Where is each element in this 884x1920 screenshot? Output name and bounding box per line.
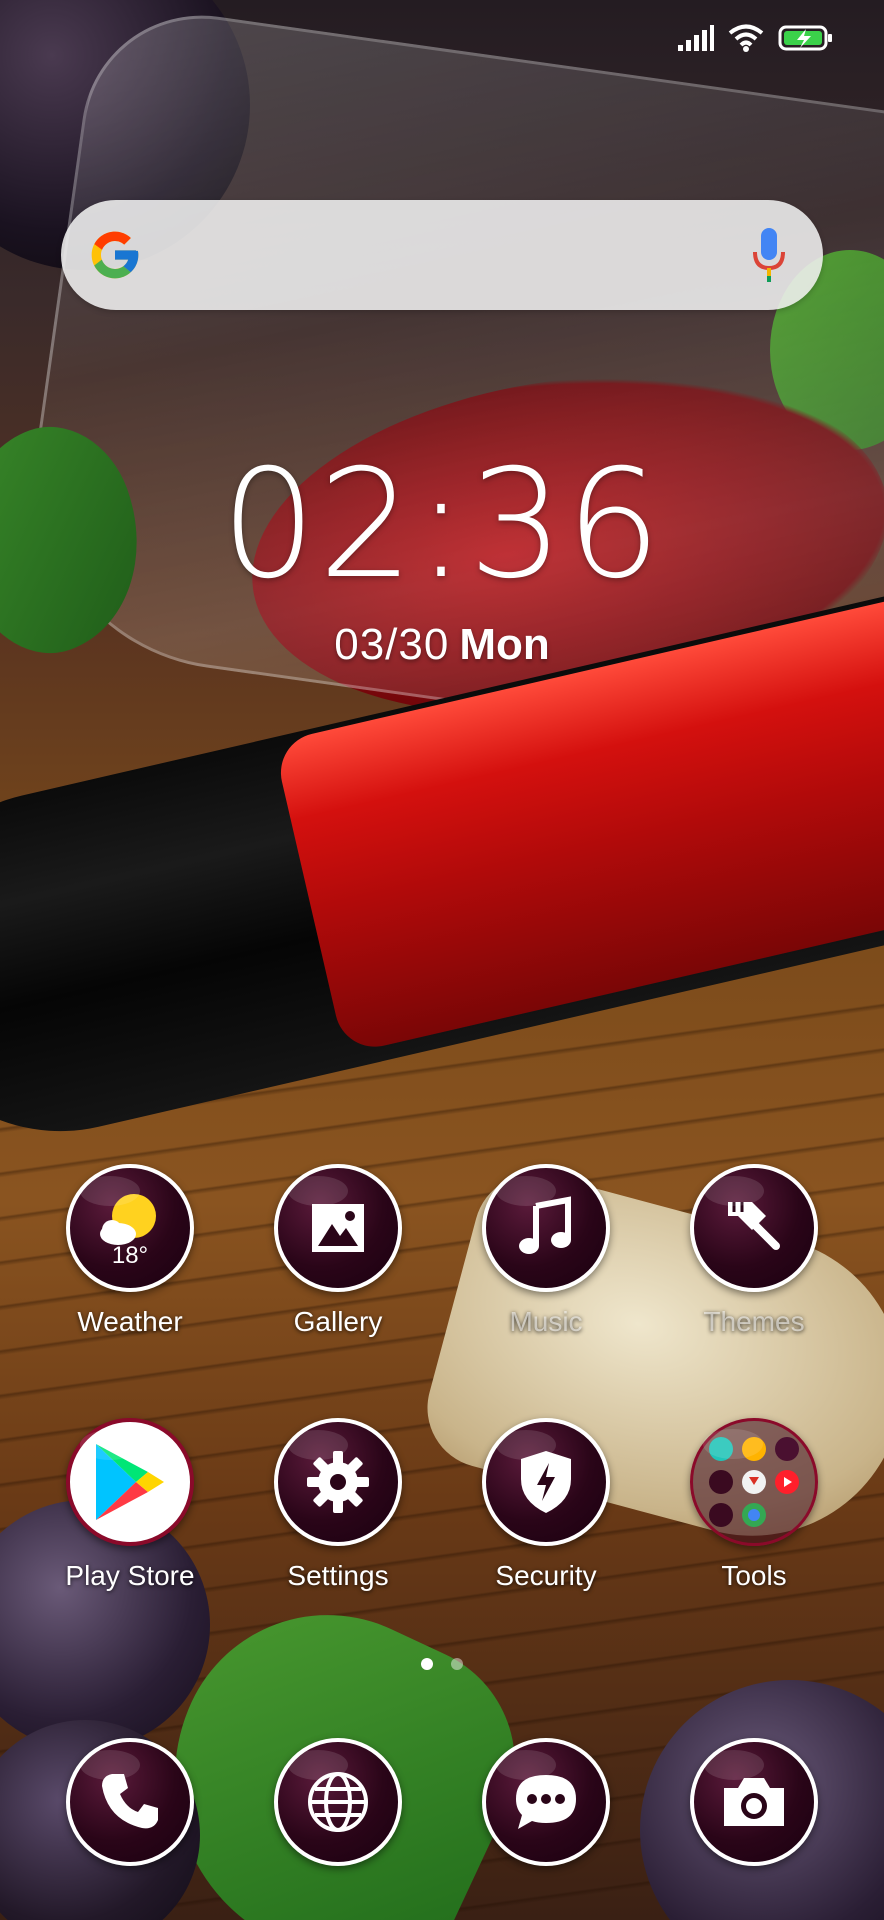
app-label: Themes	[703, 1306, 805, 1337]
app-settings[interactable]: Settings	[238, 1418, 438, 1592]
date-text: 03/30	[334, 620, 450, 669]
signal-icon	[678, 25, 714, 51]
app-play-store[interactable]: Play Store	[30, 1418, 230, 1592]
status-bar	[678, 24, 834, 52]
app-gallery[interactable]: Gallery	[238, 1164, 438, 1338]
weather-sun-cloud-icon: 18°	[66, 1164, 194, 1292]
app-security[interactable]: Security	[446, 1418, 646, 1592]
app-weather[interactable]: 18° Weather	[30, 1164, 230, 1338]
google-logo	[91, 231, 139, 279]
gear-icon	[274, 1418, 402, 1546]
app-label: Play Store	[65, 1560, 195, 1591]
clock-date[interactable]: 03/30 Mon	[0, 620, 884, 670]
app-label: Music	[509, 1306, 583, 1337]
app-label: Settings	[287, 1560, 389, 1591]
browser-globe-icon[interactable]	[274, 1738, 402, 1866]
folder-icon	[690, 1418, 818, 1546]
app-label: Weather	[77, 1306, 183, 1337]
app-music[interactable]: Music	[446, 1164, 646, 1338]
google-search-bar[interactable]	[61, 200, 823, 310]
shield-bolt-icon	[482, 1418, 610, 1546]
camera-icon[interactable]	[690, 1738, 818, 1866]
page-indicator	[0, 1658, 884, 1670]
app-label: Gallery	[293, 1306, 383, 1337]
page-dot-active[interactable]	[421, 1658, 433, 1670]
app-folder-tools[interactable]: Tools	[654, 1418, 854, 1592]
app-label: Tools	[721, 1560, 787, 1591]
weather-temp: 18°	[111, 1242, 149, 1269]
battery-charging-icon	[778, 25, 832, 51]
clock-time[interactable]: 02:36	[0, 440, 884, 610]
paint-brush-icon	[690, 1164, 818, 1292]
phone-icon[interactable]	[66, 1738, 194, 1866]
app-label: Security	[495, 1560, 597, 1591]
mic-icon[interactable]	[751, 226, 787, 284]
wifi-icon	[728, 24, 764, 52]
gallery-icon	[274, 1164, 402, 1292]
app-themes[interactable]: Themes	[654, 1164, 854, 1338]
play-store-icon	[66, 1418, 194, 1546]
music-note-icon	[482, 1164, 610, 1292]
messaging-icon[interactable]	[482, 1738, 610, 1866]
page-dot[interactable]	[451, 1658, 463, 1670]
home-screen: 02:36 03/30 Mon 18° Weather Gallery Musi…	[0, 0, 884, 1920]
weekday-text: Mon	[459, 620, 550, 669]
